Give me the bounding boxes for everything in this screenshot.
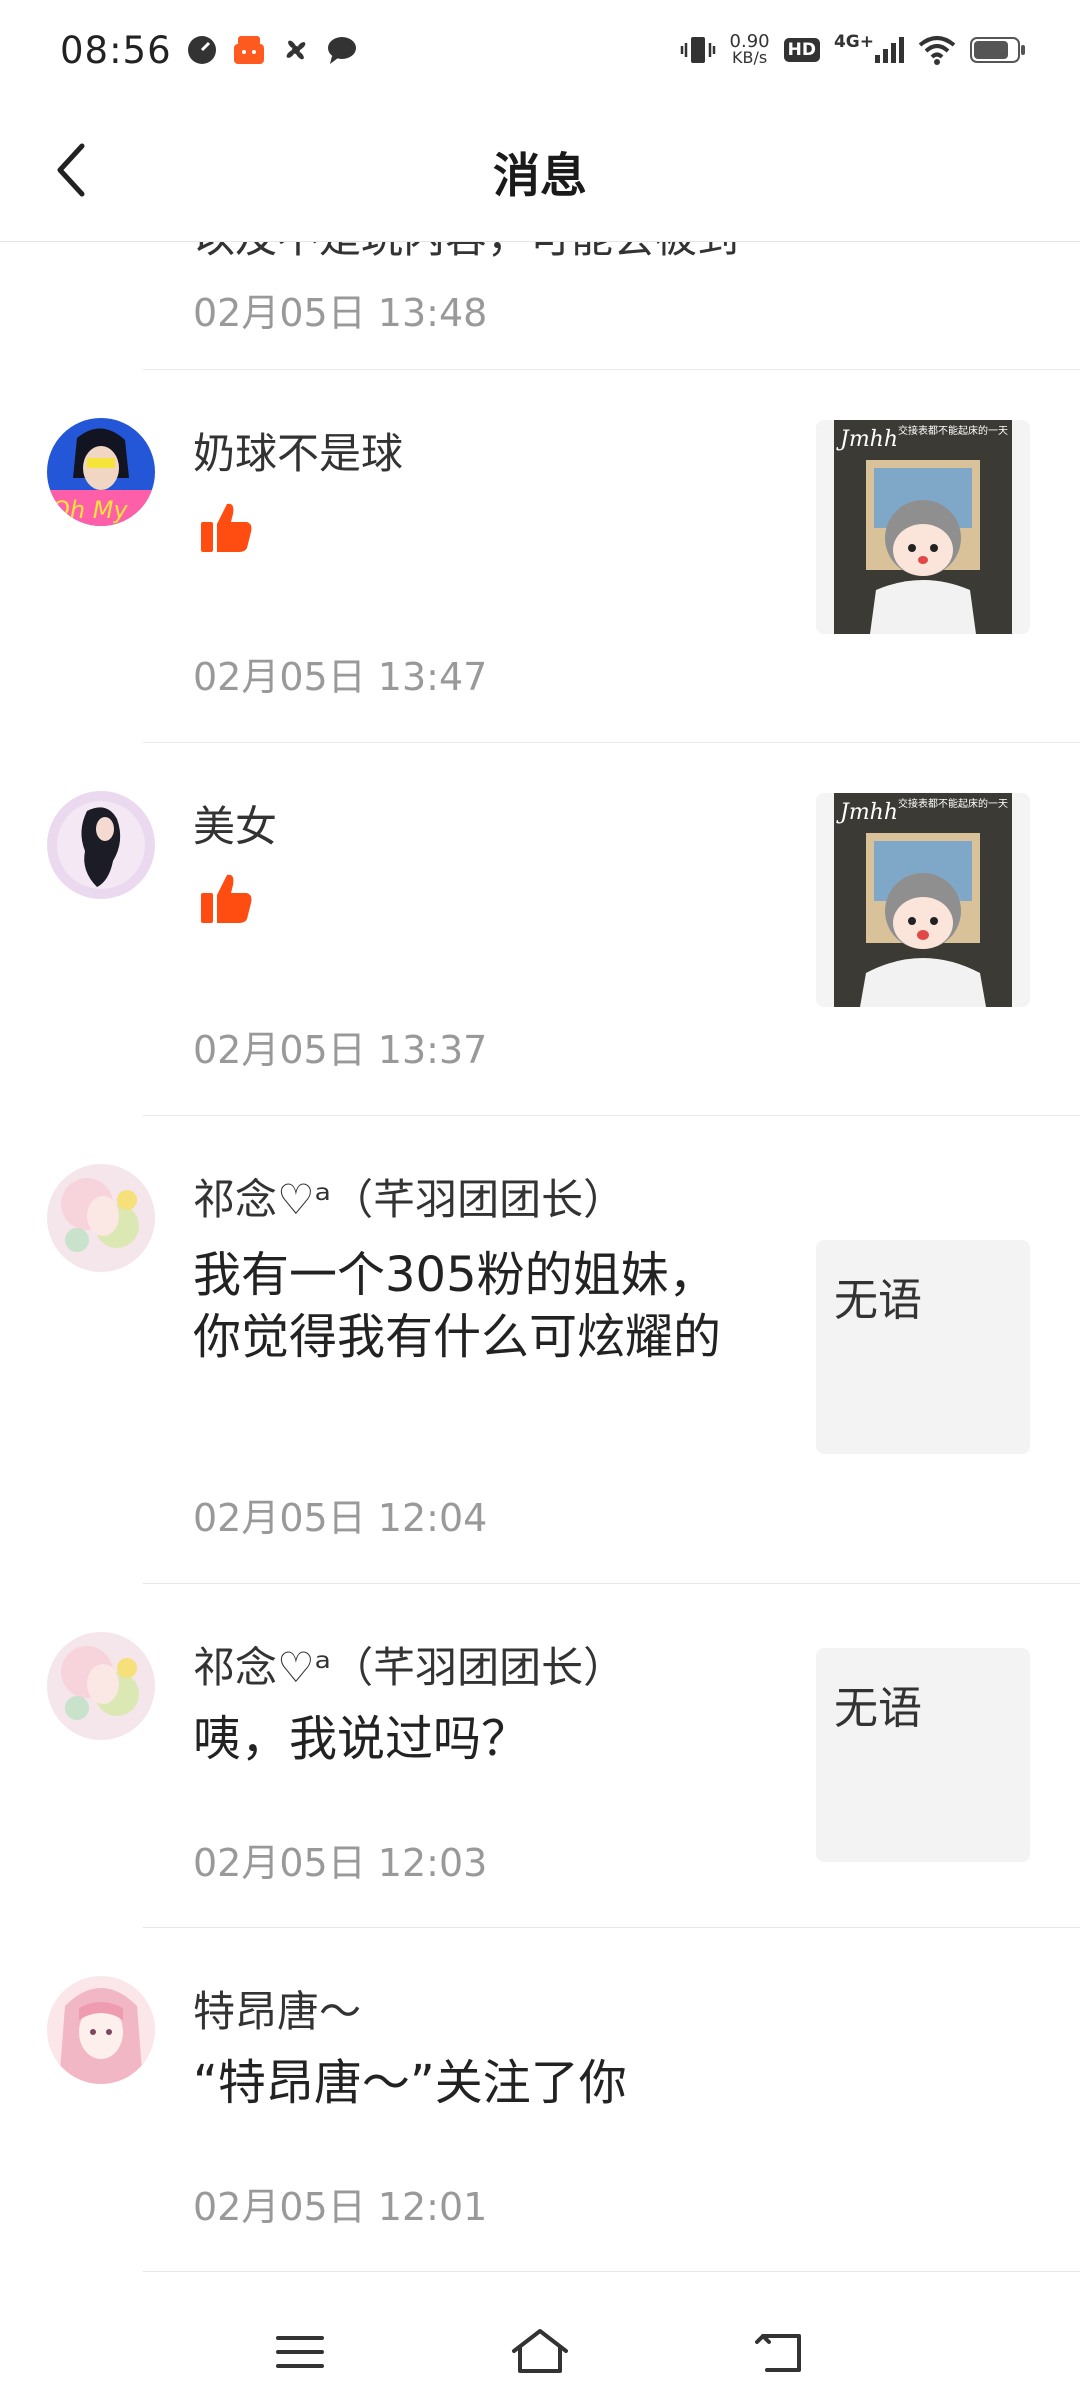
back-nav-button[interactable] [740, 2312, 820, 2392]
comment-text: 咦，我说过吗？ [193, 1711, 530, 1767]
follow-text: “特昂唐～”关注了你 [193, 2055, 627, 2111]
timestamp: 02月05日 13:37 [193, 1028, 488, 1072]
user-name[interactable]: 奶球不是球 [193, 420, 403, 481]
list-item[interactable]: 以及不是玩内容，可能会被到 02月05日 13:48 [143, 242, 1080, 370]
thumbnail-caption-text: 交接表都不能起床的一天 [898, 424, 1008, 437]
page-title: 消息 [493, 148, 587, 204]
thumbnail-caption-text: 交接表都不能起床的一天 [898, 797, 1008, 810]
back-arrow-icon [755, 2334, 801, 2372]
avatar[interactable] [47, 1164, 155, 1272]
timestamp: 02月05日 13:48 [193, 291, 488, 335]
post-preview-text[interactable]: 无语 [816, 1648, 1030, 1862]
timestamp: 02月05日 12:04 [193, 1496, 488, 1540]
message-list[interactable]: 以及不是玩内容，可能会被到 02月05日 13:48 Oh My 奶球不是球 [0, 242, 1080, 2272]
post-preview-text[interactable]: 无语 [816, 1240, 1030, 1454]
user-name[interactable]: 美女 [193, 793, 277, 854]
signal-icon [874, 37, 904, 63]
status-time: 08:56 [60, 28, 172, 72]
avatar[interactable] [47, 791, 155, 899]
avatar[interactable] [47, 1976, 155, 2084]
thumbs-up-icon [201, 503, 252, 552]
thumbnail-brand-text: Jmhh [836, 800, 898, 825]
timestamp: 02月05日 12:03 [193, 1841, 488, 1885]
screen: 08:56 0.90 KB/s HD 4G+ 消息 02月05日 13:48 O… [0, 0, 1080, 2408]
list-item[interactable]: Oh My 奶球不是球 02月05日 13:47 Jmhh 交接表都不能起床的一… [47, 370, 1080, 743]
list-item[interactable]: 特昂唐～ “特昂唐～”关注了你 02月05日 12:01 [47, 1928, 1080, 2272]
network-type: 4G+ [833, 32, 874, 52]
menu-button[interactable] [260, 2312, 340, 2392]
user-name[interactable]: 特昂唐～ [193, 1978, 361, 2039]
user-name[interactable]: 祁念♡ᵃ（芊羽团团长） [193, 1634, 625, 1695]
vibrate-icon [680, 34, 716, 66]
battery-icon [970, 35, 1026, 65]
list-item[interactable]: 祁念♡ᵃ（芊羽团团长） 我有一个305粉的姐妹，你觉得我有什么可炫耀的 02月0… [47, 1116, 1080, 1584]
thumbnail-brand-text: Jmhh [836, 427, 898, 452]
home-button[interactable] [500, 2312, 580, 2392]
menu-icon [276, 2336, 324, 2368]
comment-text: 我有一个305粉的姐妹，你觉得我有什么可炫耀的 [193, 1247, 722, 1365]
home-icon [512, 2329, 568, 2373]
user-name[interactable]: 祁念♡ᵃ（芊羽团团长） [193, 1166, 625, 1227]
avatar-overlay-text: Oh My [51, 496, 128, 524]
speedometer-icon [186, 34, 218, 66]
wifi-icon [918, 35, 956, 65]
avatar[interactable] [47, 1632, 155, 1740]
network-speed: 0.90 KB/s [730, 33, 770, 67]
timestamp: 02月05日 12:01 [193, 2185, 488, 2229]
hd-badge: HD [783, 38, 820, 62]
list-item[interactable]: 祁念♡ᵃ（芊羽团团长） 咦，我说过吗？ 02月05日 12:03 无语 [47, 1584, 1080, 1928]
header: 消息 [0, 100, 1080, 242]
fan-icon [280, 34, 312, 66]
post-thumbnail[interactable]: Jmhh 交接表都不能起床的一天 [816, 420, 1030, 634]
shop-app-icon [232, 34, 266, 66]
timestamp: 02月05日 13:47 [193, 655, 488, 699]
avatar[interactable]: Oh My [47, 418, 155, 526]
system-nav-bar [0, 2296, 1080, 2408]
status-bar: 08:56 0.90 KB/s HD 4G+ [0, 0, 1080, 100]
post-thumbnail[interactable]: Jmhh 交接表都不能起床的一天 [816, 793, 1030, 1007]
chat-bubble-icon [326, 34, 358, 66]
network-speed-unit: KB/s [731, 48, 768, 67]
thumbs-up-icon [201, 874, 252, 923]
list-item[interactable]: 美女 02月05日 13:37 Jmhh 交接表都不能起床的一天 [47, 743, 1080, 1116]
